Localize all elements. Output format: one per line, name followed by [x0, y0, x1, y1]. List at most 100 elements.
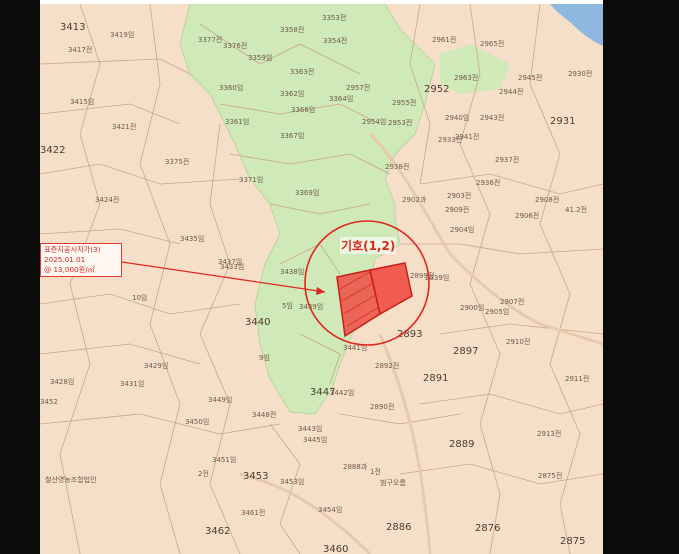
lot-label: 2903전 [447, 191, 471, 200]
lot-label: 2931 [550, 116, 575, 127]
lot-label: 2938전 [385, 162, 409, 171]
lot-label: 2890전 [370, 402, 394, 411]
lot-label: 2957전 [346, 83, 370, 92]
lot-label: 3448전 [252, 410, 276, 419]
lot-label: 2940임 [445, 114, 469, 122]
left-border [0, 0, 40, 554]
lot-label: 3413 [60, 22, 85, 33]
lot-label: 3419임 [110, 31, 134, 39]
lot-label: 2910전 [506, 337, 530, 346]
lot-label: 3358전 [280, 25, 304, 34]
lot-label: 2933전 [438, 135, 462, 144]
lot-label: 2897 [453, 346, 478, 357]
lot-label: 3440 [245, 317, 270, 328]
lot-label: 3366임 [291, 106, 315, 114]
lot-label: 3462 [205, 526, 230, 537]
lot-label: 2943전 [480, 113, 504, 122]
lot-label: 2953전 [388, 118, 412, 127]
lot-label: 2937전 [495, 155, 519, 164]
callout-line-1: 표준지공시지가(3) [44, 245, 101, 254]
lot-label: 3428임 [50, 378, 74, 386]
lot-label: 2889 [449, 439, 474, 450]
lot-label: 3371임 [239, 176, 263, 184]
lot-label: 2904임 [450, 226, 474, 234]
lot-label: 3364임 [329, 95, 353, 103]
lot-label: 2905임 [485, 308, 509, 316]
lot-label: 3460 [323, 544, 348, 554]
lot-label: 2911전 [565, 374, 589, 383]
lot-label: 3451임 [212, 456, 236, 464]
lot-label: 3449임 [208, 396, 232, 404]
map-canvas: 3413 3417전 3419임 3415임 3421전 3422 3375전 3424전 33… [40, 4, 603, 554]
lot-label: 3353전 [322, 13, 346, 22]
lot-label: 3362임 [280, 90, 304, 98]
land-price-callout: 표준지공시지가(3) 2025.01.01 @ 13,000원/㎡ [40, 243, 122, 277]
lot-label: 5임 [282, 302, 293, 310]
callout-line-2: 2025.01.01 [44, 255, 86, 264]
lot-label: 3452 [40, 398, 58, 406]
lot-label: 2965전 [480, 39, 504, 48]
lot-label: 10임 [132, 294, 147, 302]
lot-label: 2888과 [343, 462, 368, 471]
lot-label: 2954임 [362, 118, 386, 126]
lot-label: 41.2전 [565, 205, 587, 214]
lot-label: 2900임 [460, 304, 484, 312]
lot-label: 2908전 [535, 195, 559, 204]
lot-label: 3443임 [298, 425, 322, 433]
lot-label: 2944전 [499, 87, 523, 96]
lot-label: 2892전 [375, 361, 399, 370]
lot-label: 3361임 [225, 118, 249, 126]
lot-label: 3431임 [120, 380, 144, 388]
lot-label: 3415임 [70, 98, 94, 106]
lot-label: 3359임 [248, 54, 272, 62]
lot-label: 3433임 [220, 263, 244, 271]
viewer-frame: 3413 3417전 3419임 3415임 3421전 3422 3375전 3424전 33… [0, 0, 679, 554]
lot-label: 3442임 [330, 389, 354, 397]
lot-label: 3424전 [95, 195, 119, 204]
lot-label: 2전 [198, 469, 209, 478]
lot-label: 철산영농조합법인 [45, 475, 97, 484]
lot-label: 3422 [40, 145, 65, 156]
lot-label: 2963전 [454, 73, 478, 82]
lot-label: 2936전 [476, 178, 500, 187]
lot-label: 2891 [423, 373, 448, 384]
cadastral-map[interactable]: 3413 3417전 3419임 3415임 3421전 3422 3375전 3424전 33… [40, 4, 603, 554]
lot-label: 2909전 [445, 205, 469, 214]
lot-label: 1전 [370, 467, 381, 476]
lot-label: 2907전 [500, 297, 524, 306]
lot-label: 2930전 [568, 69, 592, 78]
lot-label: 2913전 [537, 429, 561, 438]
lot-label: 3454임 [318, 506, 342, 514]
right-border [603, 0, 679, 554]
lot-label: 3369임 [295, 189, 319, 197]
lot-label: 2902과 [402, 195, 427, 204]
lot-label: 3354전 [323, 36, 347, 45]
lot-label: 3435임 [180, 235, 204, 243]
lot-label: 2945전 [518, 73, 542, 82]
lot-label: 3453 [243, 471, 268, 482]
lot-label: 2875 [560, 536, 585, 547]
callout-line-3: @ 13,000원/㎡ [44, 265, 95, 274]
lot-label: 3377전 [198, 35, 222, 44]
lot-label: 3453임 [280, 478, 304, 486]
lot-label: 3360임 [219, 84, 243, 92]
lot-label: 3438임 [280, 268, 304, 276]
lot-label: 3461전 [241, 508, 265, 517]
lot-label: 범구오름 [380, 478, 406, 487]
lot-label: 2875전 [538, 471, 562, 480]
lot-label: 2876 [475, 523, 500, 534]
lot-label: 3450임 [185, 418, 209, 426]
lot-label: 2961전 [432, 35, 456, 44]
lot-label: 2952 [424, 84, 449, 95]
lot-label: 9임 [259, 354, 270, 362]
lot-label: 3417전 [68, 45, 92, 54]
subject-marker-label: 기호(1,2) [340, 237, 397, 254]
lot-label: 3376전 [223, 41, 247, 50]
lot-label: 3363전 [290, 67, 314, 76]
lot-label: 2955전 [392, 98, 416, 107]
lot-label: 3375전 [165, 157, 189, 166]
lot-label: 3429임 [144, 362, 168, 370]
lot-label: 3421전 [112, 122, 136, 131]
lot-label: 2886 [386, 522, 411, 533]
lot-label: 2906전 [515, 211, 539, 220]
